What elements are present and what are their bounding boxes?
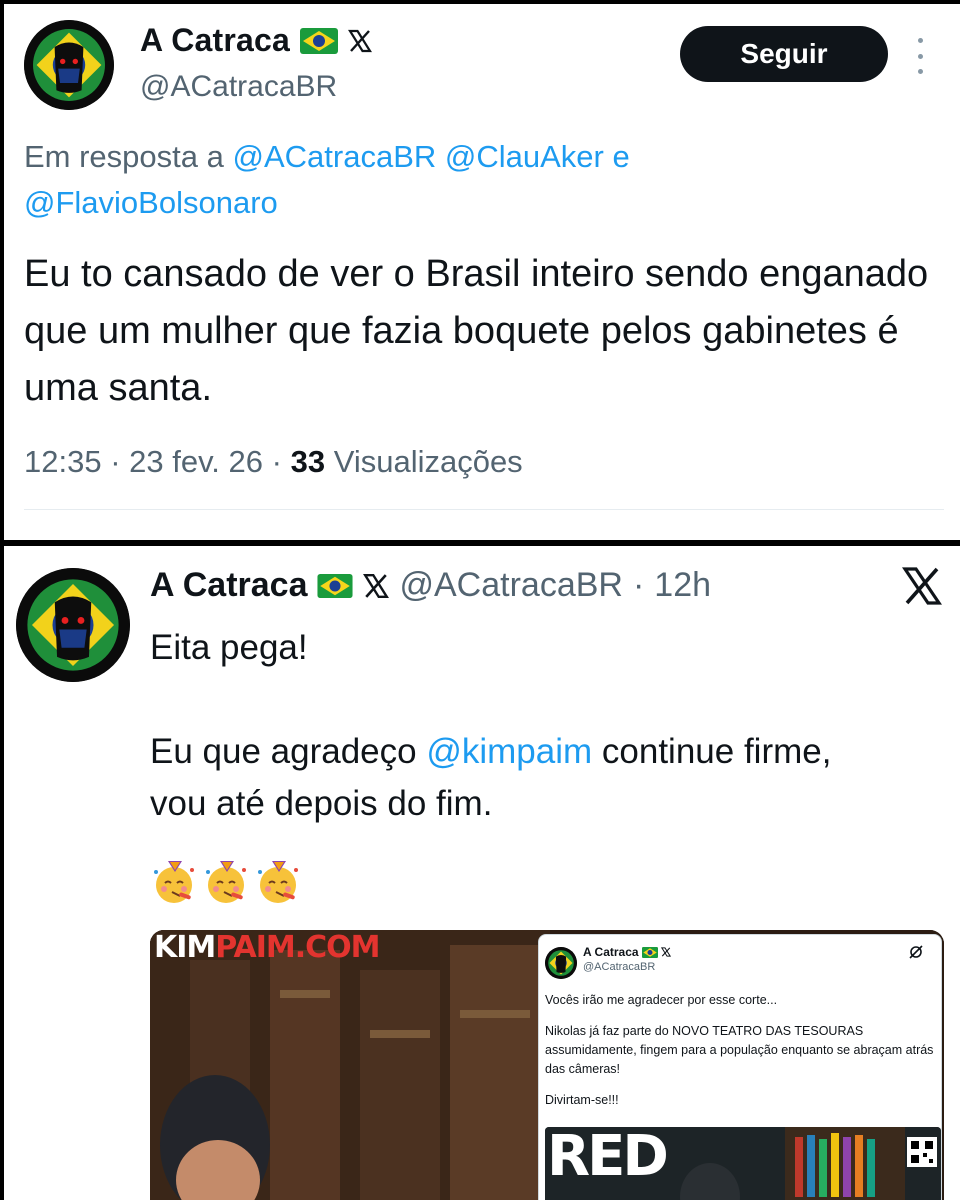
reply-prefix: Em resposta a (24, 139, 224, 174)
grok-icon (909, 945, 923, 959)
tweet-post-screenshot: A Catraca @ACatracaBR · 12h Eita pega! E… (4, 546, 960, 1200)
views-count: 33 (290, 444, 326, 479)
tweet-time[interactable]: 12:35 (24, 444, 102, 479)
author-handle[interactable]: @ACatracaBR (140, 70, 337, 104)
embedded-video-thumbnail: RED (545, 1127, 941, 1200)
author-avatar[interactable] (24, 20, 114, 110)
views-label: Visualizações (333, 444, 523, 479)
tweet-line-2-prefix: Eu que agradeço (150, 732, 417, 771)
reply-joiner: e (612, 139, 630, 174)
embedded-author-name-row: A Catraca (583, 945, 671, 959)
mention-link[interactable]: @FlavioBolsonaro (24, 185, 278, 220)
embedded-tweet-text: Vocês irão me agradecer por esse corte..… (545, 993, 934, 1107)
brazil-flag-icon (641, 946, 658, 958)
divider (24, 509, 944, 510)
author-name[interactable]: A Catraca (150, 566, 307, 605)
x-logo-icon[interactable] (902, 566, 942, 606)
mention-link[interactable]: @ACatracaBR (233, 139, 437, 174)
emoji-row (150, 858, 302, 906)
author-handle: @ACatracaBR (583, 961, 656, 973)
video-title-text: RED (547, 1127, 669, 1189)
meta-separator: · (632, 566, 645, 604)
meta-separator: · (271, 444, 282, 479)
partying-face-emoji-icon (150, 858, 198, 906)
x-logo-icon (363, 573, 390, 599)
brazil-flag-icon (317, 573, 354, 598)
reply-context: Em resposta a @ACatracaBR @ClauAker e @F… (24, 134, 784, 226)
mention-link[interactable]: @kimpaim (426, 732, 592, 771)
x-logo-icon (348, 29, 373, 53)
author-name[interactable]: A Catraca (140, 22, 290, 59)
brazil-flag-icon (300, 27, 339, 54)
author-avatar[interactable] (16, 568, 130, 682)
tweet-text: Eita pega! Eu que agradeço @kimpaim cont… (150, 622, 940, 830)
meta-separator: · (110, 444, 121, 479)
tweet-reply-screenshot: A Catraca @ACatracaBR Seguir Em resposta… (4, 4, 960, 540)
tweet-meta: 12:35 · 23 fev. 26 · 33 Visualizações (24, 444, 523, 480)
author-name: A Catraca (583, 945, 639, 959)
author-name-row[interactable]: A Catraca (140, 22, 373, 59)
author-avatar (545, 947, 577, 979)
tweet-media[interactable]: KIMPAIM.COM A Catraca @ACatracaBR Vocês … (150, 930, 944, 1200)
tweet-line-1: Eita pega! (150, 628, 308, 667)
mention-link[interactable]: @ClauAker (445, 139, 604, 174)
tweet-text: Eu to cansado de ver o Brasil inteiro se… (24, 253, 929, 409)
tweet-header: A Catraca @ACatracaBR · 12h (150, 566, 711, 605)
partying-face-emoji-icon (202, 858, 250, 906)
x-logo-icon (660, 947, 671, 957)
tweet-time-ago[interactable]: 12h (654, 566, 711, 605)
kimpaim-logo: KIMPAIM.COM (154, 930, 381, 965)
more-options-icon[interactable] (910, 38, 930, 74)
embedded-tweet-card[interactable]: A Catraca @ACatracaBR Vocês irão me agra… (538, 934, 942, 1200)
partying-face-emoji-icon (254, 858, 302, 906)
author-handle[interactable]: @ACatracaBR (399, 566, 622, 605)
follow-button[interactable]: Seguir (680, 26, 888, 82)
tweet-date[interactable]: 23 fev. 26 (129, 444, 263, 479)
